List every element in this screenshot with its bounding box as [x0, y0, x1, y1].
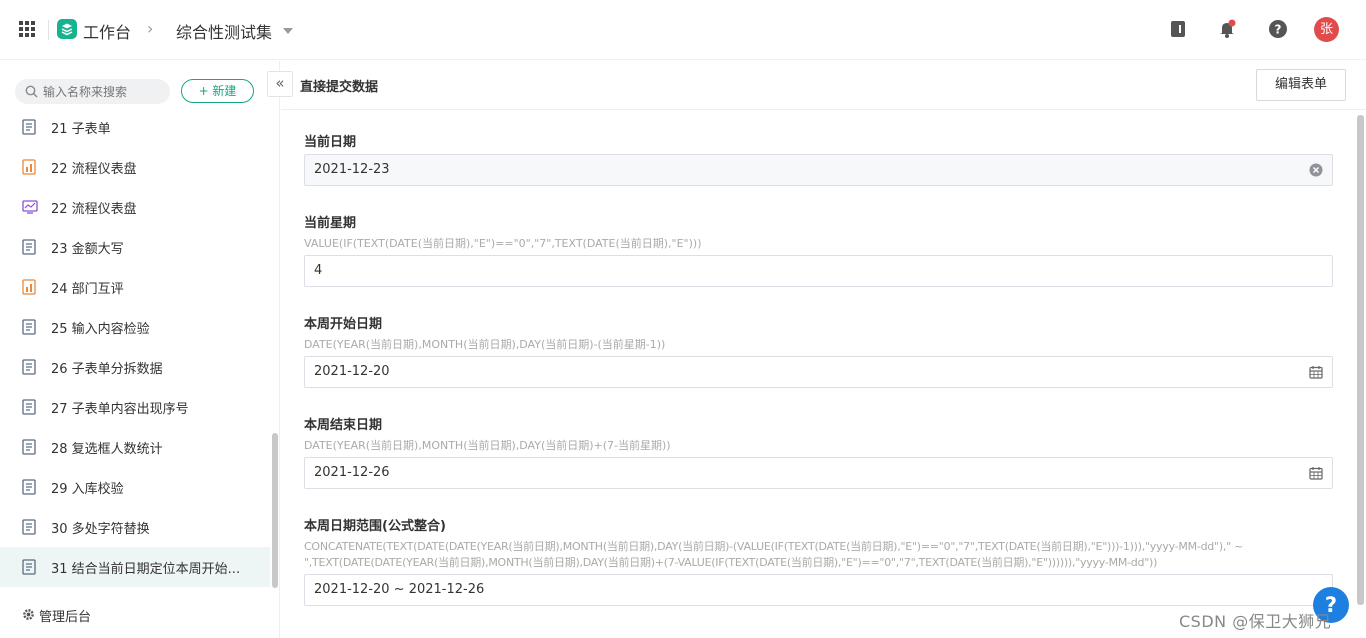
- watermark: CSDN @保卫大狮兄: [1179, 612, 1332, 631]
- field-value: 2021-12-26: [314, 465, 390, 480]
- sidebar-item[interactable]: 27 子表单内容出现序号: [0, 387, 270, 427]
- page-title: 直接提交数据: [300, 80, 379, 95]
- sidebar-item[interactable]: 25 输入内容检验: [0, 307, 270, 347]
- search-icon: [25, 85, 38, 98]
- main-scrollbar[interactable]: [1357, 115, 1364, 605]
- search-input[interactable]: [43, 79, 163, 104]
- sidebar-item-label: 28 复选框人数统计: [51, 442, 163, 457]
- search-box[interactable]: [15, 79, 170, 104]
- form-icon: [22, 239, 36, 255]
- dashboard-icon: [22, 159, 36, 175]
- current-weekday-field[interactable]: 4: [304, 255, 1333, 287]
- sidebar-item-label: 30 多处字符替换: [51, 522, 150, 537]
- sidebar-item-label: 22 流程仪表盘: [51, 162, 137, 177]
- edit-form-button[interactable]: 编辑表单: [1256, 69, 1346, 101]
- sidebar-item[interactable]: 30 多处字符替换: [0, 507, 270, 547]
- field-label: 当前日期: [304, 135, 357, 150]
- sidebar-item[interactable]: 22 流程仪表盘: [0, 147, 270, 187]
- sidebar-item[interactable]: 22 流程仪表盘: [0, 187, 270, 227]
- admin-label: 管理后台: [39, 610, 92, 625]
- sidebar-item[interactable]: 28 复选框人数统计: [0, 427, 270, 467]
- dashboard-icon: [22, 279, 36, 295]
- sidebar-item[interactable]: 26 子表单分拆数据: [0, 347, 270, 387]
- sidebar-item-label: 21 子表单: [51, 122, 111, 137]
- field-value: 2021-12-20 ~ 2021-12-26: [314, 582, 485, 597]
- field-value: 4: [314, 263, 323, 278]
- divider: [48, 20, 49, 40]
- help-icon[interactable]: ?: [1267, 18, 1289, 40]
- field-formula: DATE(YEAR(当前日期),MONTH(当前日期),DAY(当前日期)-(当…: [304, 338, 666, 351]
- sidebar-item-label: 29 入库校验: [51, 482, 124, 497]
- sidebar-item-label: 23 金额大写: [51, 242, 124, 257]
- gear-icon: [23, 609, 34, 620]
- field-formula: VALUE(IF(TEXT(DATE(当前日期),"E")=="0","7",T…: [304, 237, 702, 250]
- field-formula: DATE(YEAR(当前日期),MONTH(当前日期),DAY(当前日期)+(7…: [304, 439, 671, 452]
- form-icon: [22, 119, 36, 135]
- field-label: 当前星期: [304, 216, 357, 231]
- week-end-date-field[interactable]: 2021-12-26: [304, 457, 1333, 489]
- report-icon: [22, 199, 38, 215]
- field-formula: CONCATENATE(TEXT(DATE(DATE(YEAR(当前日期),MO…: [304, 540, 1244, 553]
- field-label: 本周日期范围(公式整合): [304, 519, 446, 534]
- apps-grid-icon[interactable]: [19, 21, 35, 37]
- chevron-down-icon[interactable]: [283, 28, 293, 34]
- field-value: 2021-12-23: [314, 162, 390, 177]
- week-start-date-field[interactable]: 2021-12-20: [304, 356, 1333, 388]
- form-header: 直接提交数据 编辑表单: [281, 61, 1366, 110]
- breadcrumb-chevron-icon: ›: [147, 19, 154, 38]
- clear-icon[interactable]: [1309, 163, 1323, 177]
- new-button[interactable]: + 新建: [181, 79, 254, 103]
- sidebar-item[interactable]: 21 子表单: [0, 107, 270, 147]
- field-value: 2021-12-20: [314, 364, 390, 379]
- app-title[interactable]: 综合性测试集: [176, 19, 272, 43]
- sidebar-item-label: 26 子表单分拆数据: [51, 362, 163, 377]
- bell-icon[interactable]: [1217, 18, 1239, 40]
- form-icon: [22, 399, 36, 415]
- form-icon: [22, 439, 36, 455]
- sidebar-item[interactable]: 23 金额大写: [0, 227, 270, 267]
- sidebar-item-active[interactable]: 31 结合当前日期定位本周开始...: [0, 547, 270, 587]
- sidebar-item-label: 22 流程仪表盘: [51, 202, 137, 217]
- sidebar-item-label: 25 输入内容检验: [51, 322, 150, 337]
- sidebar: + 新建 21 子表单 22 流程仪表盘 22 流程仪表盘 23 金额大写 24…: [0, 61, 280, 638]
- workbench-logo-icon[interactable]: [57, 19, 77, 39]
- form-icon: [22, 559, 36, 575]
- form-icon: [22, 519, 36, 535]
- sidebar-item-label: 31 结合当前日期定位本周开始...: [51, 562, 241, 577]
- notebook-icon[interactable]: [1167, 18, 1189, 40]
- form-icon: [22, 359, 36, 375]
- current-date-field[interactable]: 2021-12-23: [304, 154, 1333, 186]
- calendar-icon[interactable]: [1309, 466, 1323, 480]
- field-label: 本周结束日期: [304, 418, 383, 433]
- week-range-field[interactable]: 2021-12-20 ~ 2021-12-26: [304, 574, 1333, 606]
- user-avatar[interactable]: 张: [1314, 17, 1339, 42]
- sidebar-item-label: 27 子表单内容出现序号: [51, 402, 189, 417]
- form-icon: [22, 479, 36, 495]
- admin-link[interactable]: 管理后台: [22, 606, 91, 625]
- sidebar-item[interactable]: 24 部门互评: [0, 267, 270, 307]
- sidebar-item[interactable]: 29 入库校验: [0, 467, 270, 507]
- sidebar-list: 21 子表单 22 流程仪表盘 22 流程仪表盘 23 金额大写 24 部门互评…: [0, 107, 270, 587]
- workbench-link[interactable]: 工作台: [83, 19, 131, 43]
- calendar-icon[interactable]: [1309, 365, 1323, 379]
- sidebar-item-label: 24 部门互评: [51, 282, 124, 297]
- form-icon: [22, 319, 36, 335]
- field-formula: ",TEXT(DATE(DATE(YEAR(当前日期),MONTH(当前日期),…: [304, 556, 1158, 569]
- sidebar-scrollbar[interactable]: [272, 433, 278, 588]
- svg-text:?: ?: [1275, 23, 1282, 37]
- top-bar: 工作台 › 综合性测试集 ? 张: [0, 0, 1366, 60]
- field-label: 本周开始日期: [304, 317, 383, 332]
